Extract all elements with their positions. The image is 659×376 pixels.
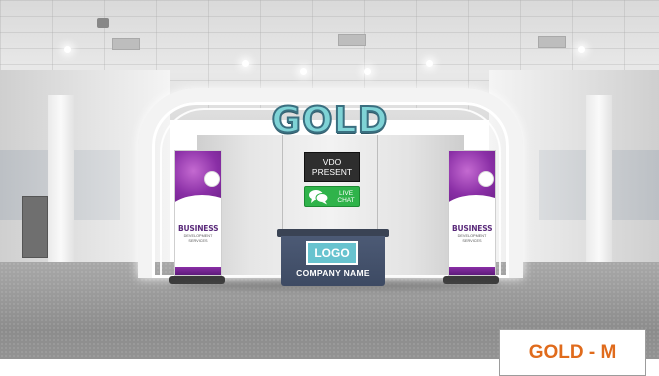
ceiling-light <box>578 46 585 53</box>
ceiling-light <box>364 68 371 75</box>
vdo-button-line2: PRESENT <box>311 167 353 177</box>
ceiling-vent <box>112 38 140 50</box>
chat-button-line2: CHAT <box>337 196 355 204</box>
hall-column <box>586 95 612 270</box>
banner-heading: BUSINESS <box>452 224 493 233</box>
banner-subtext: DEVELOPMENT <box>183 234 213 238</box>
banner-heading: BUSINESS <box>178 224 219 233</box>
ceiling-light <box>242 60 249 67</box>
roll-up-banner-left[interactable]: BUSINESS DEVELOPMENT SERVICES <box>174 150 222 276</box>
virtual-booth-scene: GOLD VDO PRESENT LIVE CHAT BUSINESS DEVE… <box>0 0 659 376</box>
vdo-button-line1: VDO <box>322 157 342 167</box>
ceiling-vent <box>538 36 566 48</box>
ceiling-light <box>64 46 71 53</box>
chat-bubbles-icon <box>309 189 329 205</box>
company-logo[interactable]: LOGO <box>306 241 358 265</box>
ceiling-vent <box>338 34 366 46</box>
ceiling-light <box>426 60 433 67</box>
banner-subtext: SERVICES <box>188 239 208 243</box>
ceiling-light <box>300 68 307 75</box>
hall-column <box>48 95 74 270</box>
vdo-present-button[interactable]: VDO PRESENT <box>304 152 360 182</box>
banner-badge-icon <box>204 171 220 187</box>
banner-badge-icon <box>478 171 494 187</box>
security-camera <box>97 18 109 28</box>
chat-button-line1: LIVE <box>338 189 354 197</box>
booth-tier-label: GOLD - M <box>499 329 646 376</box>
live-chat-button[interactable]: LIVE CHAT <box>304 186 360 207</box>
booth-tier-title: GOLD <box>271 99 389 142</box>
company-name: COMPANY NAME <box>296 268 370 278</box>
banner-subtext: DEVELOPMENT <box>457 234 487 238</box>
banner-subtext: SERVICES <box>462 239 482 243</box>
roll-up-banner-right[interactable]: BUSINESS DEVELOPMENT SERVICES <box>448 150 496 276</box>
kiosk-machine <box>22 196 48 258</box>
